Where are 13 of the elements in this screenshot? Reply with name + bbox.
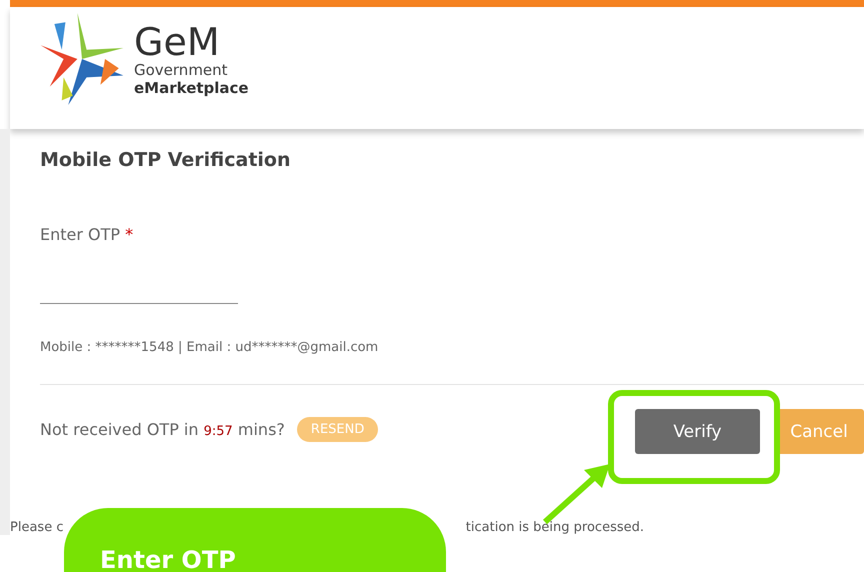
resend-button[interactable]: RESEND xyxy=(296,417,378,442)
otp-label: Enter OTP xyxy=(40,225,120,244)
logo-title: GeM xyxy=(134,22,220,62)
resend-prompt: Not received OTP in 9:57 mins? xyxy=(40,420,285,439)
form-title: Mobile OTP Verification xyxy=(40,149,292,171)
verify-button[interactable]: Verify xyxy=(635,409,760,454)
callout-text: Enter OTP xyxy=(100,548,236,572)
note-text: Please c xyxy=(10,520,64,535)
logo-name: eMarketplace xyxy=(134,78,249,96)
contact-info: Mobile : *******1548 | Email : ud*******@gmail.com xyxy=(40,340,380,355)
logo-subtitle: Government xyxy=(134,62,228,78)
note-text: tication is being processed. xyxy=(466,520,644,535)
required-mark: * xyxy=(125,225,134,244)
